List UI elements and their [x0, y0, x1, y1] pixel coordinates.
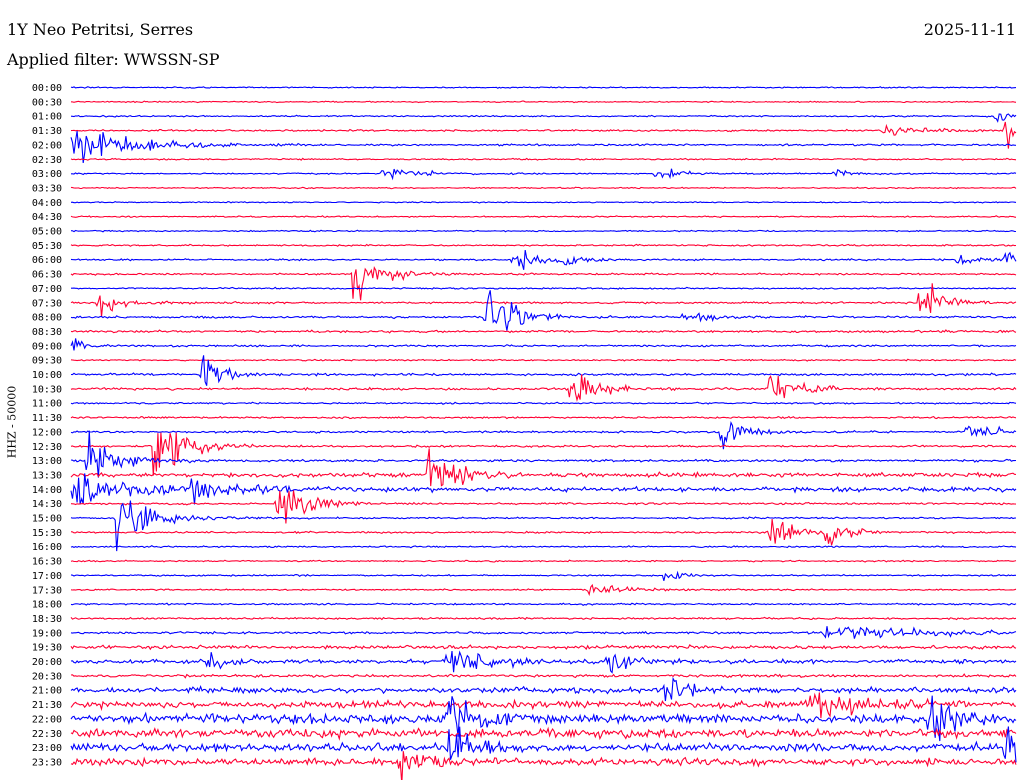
trace-0200 [70, 131, 1017, 163]
hour-label-1000: 10:00 [32, 370, 62, 381]
hour-label-2000: 20:00 [32, 657, 62, 668]
hour-labels: 00:00 00:30 01:00 01:30 02:00 02:30 03:00 03:30… [32, 83, 62, 768]
trace-0600 [70, 250, 1017, 270]
trace-0000 [70, 86, 1017, 89]
trace-0330 [70, 186, 1017, 190]
trace-1630 [70, 559, 1017, 563]
hour-label-0530: 05:30 [32, 241, 62, 252]
hour-label-2230: 22:30 [32, 729, 62, 740]
hour-label-1600: 16:00 [32, 542, 62, 553]
trace-2230 [70, 726, 1017, 741]
hour-label-0500: 05:00 [32, 227, 62, 238]
trace-0230 [70, 157, 1017, 161]
trace-1330 [70, 448, 1017, 487]
hour-label-0900: 09:00 [32, 341, 62, 352]
hour-label-2100: 21:00 [32, 686, 62, 697]
hour-label-1030: 10:30 [32, 384, 62, 395]
hour-label-1830: 18:30 [32, 614, 62, 625]
trace-1700 [70, 570, 1016, 581]
hour-label-1430: 14:30 [32, 499, 62, 510]
trace-1030 [70, 374, 1017, 403]
plot-date: 2025-11-11 [923, 20, 1016, 39]
trace-0300 [71, 168, 1017, 181]
channel-label: HHZ - 50000 [5, 385, 19, 459]
hour-label-0300: 03:00 [32, 169, 62, 180]
hour-label-1330: 13:30 [32, 470, 62, 481]
trace-1930 [70, 644, 1017, 651]
hour-label-0930: 09:30 [32, 356, 62, 367]
hour-label-2200: 22:00 [32, 714, 62, 725]
hour-label-0700: 07:00 [32, 284, 62, 295]
trace-1600 [70, 545, 1017, 549]
hour-label-0200: 02:00 [32, 140, 62, 151]
hour-label-0730: 07:30 [32, 298, 62, 309]
hour-label-2300: 23:00 [32, 743, 62, 754]
hour-label-1900: 19:00 [32, 628, 62, 639]
trace-0500 [70, 229, 1017, 233]
hour-label-2130: 21:30 [32, 700, 62, 711]
trace-2330 [70, 751, 1017, 780]
hour-label-0800: 08:00 [32, 313, 62, 324]
hour-label-0100: 01:00 [32, 112, 62, 123]
hour-label-1930: 19:30 [32, 643, 62, 654]
hour-label-0030: 00:30 [32, 97, 62, 108]
helicorder-plot: 00:00 00:30 01:00 01:30 02:00 02:30 03:00 03:30… [32, 83, 1017, 780]
hour-label-0330: 03:30 [32, 183, 62, 194]
hour-label-1530: 15:30 [32, 528, 62, 539]
trace-1500 [70, 500, 1017, 552]
trace-0430 [70, 215, 1017, 219]
trace-1400 [70, 473, 1017, 505]
hour-label-1630: 16:30 [32, 557, 62, 568]
hour-label-1100: 11:00 [32, 399, 62, 410]
trace-0530 [70, 243, 1017, 247]
trace-0400 [70, 200, 1017, 204]
trace-2100 [70, 676, 1017, 702]
trace-1900 [70, 626, 1017, 639]
hour-label-1300: 13:00 [32, 456, 62, 467]
station-title: 1Y Neo Petritsi, Serres [7, 20, 194, 39]
hour-label-0600: 06:00 [32, 255, 62, 266]
hour-label-0430: 04:30 [32, 212, 62, 223]
hour-label-1130: 11:30 [32, 413, 62, 424]
hour-label-2330: 23:30 [32, 757, 62, 768]
filter-label: Applied filter: WWSSN-SP [7, 50, 220, 69]
hour-label-0230: 02:30 [32, 155, 62, 166]
trace-1130 [70, 415, 1017, 420]
trace-0800 [70, 290, 1017, 331]
trace-0100 [70, 113, 1017, 123]
trace-1100 [70, 401, 1017, 405]
hour-label-1230: 12:30 [32, 442, 62, 453]
hour-label-2030: 20:30 [32, 671, 62, 682]
trace-0030 [70, 100, 1017, 104]
trace-1230 [70, 432, 1017, 476]
hour-label-1500: 15:00 [32, 514, 62, 525]
trace-2000 [70, 650, 1017, 674]
hour-label-1200: 12:00 [32, 427, 62, 438]
trace-1530 [70, 519, 1017, 546]
hour-label-1700: 17:00 [32, 571, 62, 582]
trace-1800 [70, 602, 1017, 606]
trace-2300 [70, 726, 1017, 763]
hour-label-0000: 00:00 [32, 83, 62, 94]
hour-label-1800: 18:00 [32, 600, 62, 611]
trace-1300 [70, 430, 1017, 478]
trace-0900 [70, 338, 1017, 351]
seismic-traces [70, 86, 1017, 780]
trace-1830 [70, 616, 1017, 621]
trace-2030 [70, 673, 1017, 679]
trace-0930 [70, 358, 1017, 362]
trace-0700 [71, 286, 1017, 290]
trace-0630 [70, 266, 1017, 301]
hour-label-1400: 14:00 [32, 485, 62, 496]
trace-0830 [70, 329, 1017, 334]
trace-1730 [70, 583, 1017, 597]
hour-label-0130: 01:30 [32, 126, 62, 137]
hour-label-0830: 08:30 [32, 327, 62, 338]
hour-label-1730: 17:30 [32, 585, 62, 596]
hour-label-0630: 06:30 [32, 270, 62, 281]
hour-label-0400: 04:00 [32, 198, 62, 209]
